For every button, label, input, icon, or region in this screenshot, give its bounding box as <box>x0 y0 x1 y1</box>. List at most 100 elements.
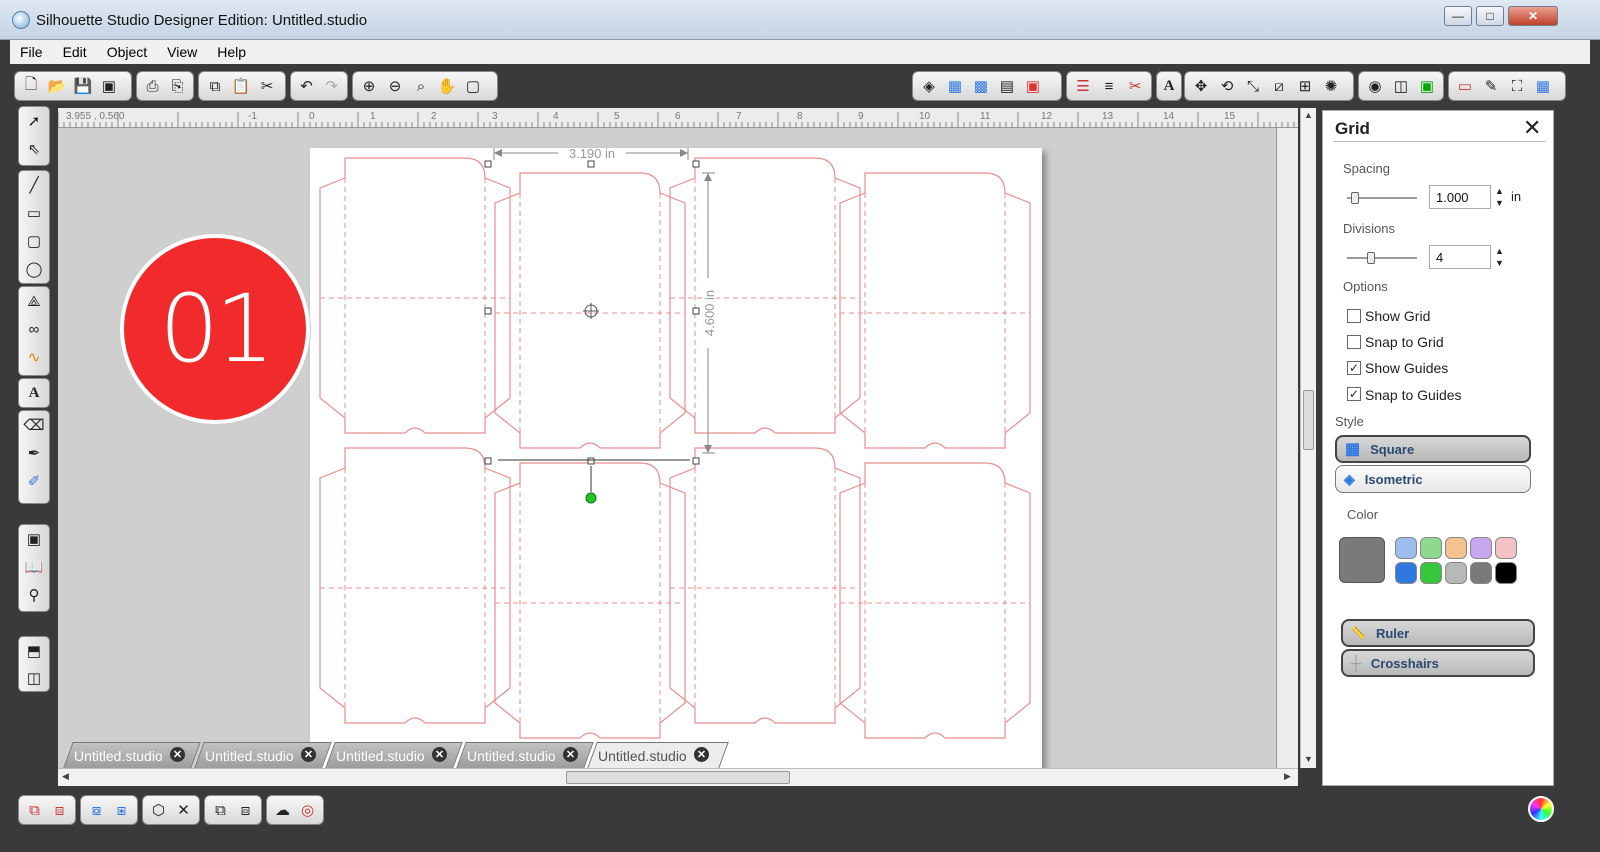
close-window-button[interactable]: ✕ <box>1508 6 1558 26</box>
spacing-stepper-icon[interactable]: ▲ ▼ <box>1495 185 1504 209</box>
offset-target-icon[interactable]: ◎ <box>296 798 319 822</box>
spacing-input[interactable]: 1.000 <box>1429 185 1491 209</box>
fit-to-page-icon[interactable]: ▢ <box>461 74 485 98</box>
color-swatch[interactable] <box>1420 537 1442 559</box>
design-page-icon[interactable]: ▣ <box>1415 74 1439 98</box>
save-to-library-icon[interactable]: ▣ <box>97 74 121 98</box>
print-cut-icon[interactable]: ⎘ <box>166 74 189 98</box>
tab-label[interactable]: Untitled.studio <box>467 748 556 764</box>
rounded-rectangle-tool-icon[interactable]: ▢ <box>20 227 48 255</box>
freehand-tool-icon[interactable]: ∿ <box>20 343 48 371</box>
eraser-tool-icon[interactable]: ⌫ <box>20 411 48 439</box>
ellipse-tool-icon[interactable]: ◯ <box>20 255 48 283</box>
horizontal-scroll-thumb[interactable] <box>566 771 790 784</box>
save-icon[interactable]: 💾 <box>71 74 95 98</box>
release-compound-icon[interactable]: ⧆ <box>110 798 133 822</box>
text-style-icon[interactable]: A <box>1161 74 1177 98</box>
tab-label[interactable]: Untitled.studio <box>205 748 294 764</box>
menu-help[interactable]: Help <box>207 44 256 60</box>
scroll-left-icon[interactable]: ◀ <box>62 771 69 782</box>
color-swatch[interactable] <box>1470 562 1492 584</box>
color-swatch[interactable] <box>1445 562 1467 584</box>
card-shape[interactable] <box>669 157 861 434</box>
tab-label[interactable]: Untitled.studio <box>74 748 163 764</box>
color-swatch[interactable] <box>1445 537 1467 559</box>
tab-close-icon[interactable]: ✕ <box>170 747 185 762</box>
show-guides-label[interactable]: Show Guides <box>1365 360 1448 376</box>
print-icon[interactable]: ⎙ <box>141 74 164 98</box>
scale-icon[interactable]: ⤡ <box>1241 74 1265 98</box>
fill-color-icon[interactable]: ◈ <box>917 74 941 98</box>
split-vertical-icon[interactable]: ◫ <box>20 664 48 691</box>
snap-to-grid-checkbox[interactable] <box>1347 335 1361 349</box>
open-file-icon[interactable]: 📂 <box>45 74 69 98</box>
polygon-tool-icon[interactable]: ⟁ <box>20 287 48 315</box>
design-canvas[interactable]: 3.955 , 0.560 -1 0 1 2 3 4 5 6 7 8 9 10 11 12 13 14 15 <box>58 108 1298 768</box>
grid-icon[interactable]: ▦ <box>1531 74 1555 98</box>
current-grid-color[interactable] <box>1339 537 1385 583</box>
point-edit-icon[interactable]: ⇖ <box>20 135 48 163</box>
scroll-down-icon[interactable]: ▼ <box>1304 754 1313 764</box>
replicate-icon[interactable]: ⊞ <box>1293 74 1317 98</box>
panel-close-icon[interactable]: ✕ <box>1523 115 1541 141</box>
select-arrow-icon[interactable]: ➚ <box>20 107 48 135</box>
library-icon[interactable]: ◉ <box>1363 74 1387 98</box>
menu-file[interactable]: File <box>10 44 53 60</box>
ruler-button[interactable]: 📏 Ruler <box>1341 619 1535 647</box>
show-guides-checkbox[interactable]: ✓ <box>1347 361 1361 375</box>
trace-icon[interactable]: ⛶ <box>1505 74 1529 98</box>
redo-icon[interactable]: ↷ <box>320 74 343 98</box>
offset-icon[interactable]: ✺ <box>1319 74 1343 98</box>
split-horizontal-icon[interactable]: ⬒ <box>20 637 48 664</box>
card-shape[interactable] <box>839 462 1031 739</box>
zoom-in-icon[interactable]: ⊕ <box>357 74 381 98</box>
minimize-button[interactable]: — <box>1444 6 1472 26</box>
divisions-slider-knob[interactable] <box>1367 252 1375 264</box>
show-grid-label[interactable]: Show Grid <box>1365 308 1430 324</box>
style-square-button[interactable]: ▦ Square <box>1335 435 1531 463</box>
color-wheel-icon[interactable] <box>1528 796 1554 822</box>
crosshairs-button[interactable]: ┼ Crosshairs <box>1341 649 1535 677</box>
color-swatch[interactable] <box>1395 537 1417 559</box>
copy-icon[interactable]: ⧉ <box>203 74 227 98</box>
sketch-icon[interactable]: ✎ <box>1479 74 1503 98</box>
ungroup-icon[interactable]: ⧈ <box>48 798 71 822</box>
line-tool-icon[interactable]: ╱ <box>20 171 48 199</box>
card-shape[interactable] <box>319 157 511 434</box>
snap-to-guides-label[interactable]: Snap to Guides <box>1365 387 1462 403</box>
shadow-icon[interactable]: ▤ <box>995 74 1019 98</box>
shear-icon[interactable]: ⧄ <box>1267 74 1291 98</box>
tab-close-icon[interactable]: ✕ <box>301 747 316 762</box>
undo-icon[interactable]: ↶ <box>295 74 318 98</box>
deselect-icon[interactable]: ✕ <box>172 798 195 822</box>
card-shape[interactable] <box>839 172 1031 449</box>
color-swatch[interactable] <box>1495 562 1517 584</box>
spacing-slider-knob[interactable] <box>1351 192 1359 204</box>
card-shape[interactable] <box>669 447 861 724</box>
snap-to-guides-checkbox[interactable]: ✓ <box>1347 387 1361 401</box>
book-view-icon[interactable]: 📖 <box>20 553 48 581</box>
eyedropper-tool-icon[interactable]: ✐ <box>20 467 48 495</box>
scroll-up-icon[interactable]: ▲ <box>1304 110 1313 120</box>
maximize-button[interactable]: □ <box>1476 6 1504 26</box>
store-icon[interactable]: ◫ <box>1389 74 1413 98</box>
make-compound-icon[interactable]: ⧇ <box>85 798 108 822</box>
vertical-scrollbar[interactable]: ▲ ▼ <box>1300 108 1316 768</box>
fill-pattern-icon[interactable]: ▩ <box>969 74 993 98</box>
knife-tool-icon[interactable]: ✒ <box>20 439 48 467</box>
group-icon[interactable]: ⧉ <box>23 798 46 822</box>
divisions-stepper-icon[interactable]: ▲ ▼ <box>1495 245 1504 269</box>
color-swatch[interactable] <box>1495 537 1517 559</box>
paste-icon[interactable]: 📋 <box>229 74 253 98</box>
link-view-icon[interactable]: ⚲ <box>20 581 48 609</box>
cutting-mat-page[interactable]: 3.190 in 4.600 in <box>310 146 1042 768</box>
tab-close-icon[interactable]: ✕ <box>694 747 709 762</box>
page-view-icon[interactable]: ▣ <box>20 525 48 553</box>
curve-tool-icon[interactable]: ∞ <box>20 315 48 343</box>
page-setup-icon[interactable]: ▭ <box>1453 74 1477 98</box>
card-shape[interactable] <box>319 447 511 724</box>
rotate-icon[interactable]: ⟲ <box>1215 74 1239 98</box>
tab-close-icon[interactable]: ✕ <box>432 747 447 762</box>
color-swatch[interactable] <box>1420 562 1442 584</box>
registration-marks-icon[interactable]: ▣ <box>1021 74 1045 98</box>
